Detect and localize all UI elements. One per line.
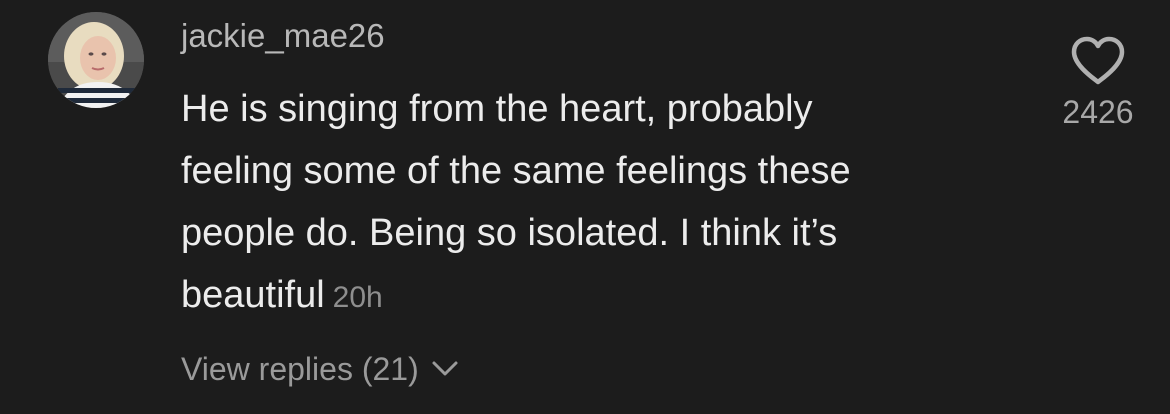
avatar[interactable] — [48, 12, 144, 108]
chevron-down-icon — [431, 359, 459, 379]
avatar-image — [48, 12, 144, 108]
comment-text: He is singing from the heart, probably f… — [181, 78, 1001, 329]
comment-item: jackie_mae26 He is singing from the hear… — [0, 0, 1170, 414]
view-replies-button[interactable]: View replies (21) — [181, 344, 459, 394]
comment-text-line: beautiful — [181, 274, 325, 316]
timestamp: 20h — [332, 281, 383, 314]
heart-outline-icon — [1071, 36, 1125, 85]
like-button[interactable]: 2426 — [1050, 36, 1146, 131]
username[interactable]: jackie_mae26 — [181, 14, 385, 58]
comment-text-line: He is singing from the heart, probably — [181, 88, 813, 130]
like-count: 2426 — [1062, 94, 1134, 130]
view-replies-label: View replies (21) — [181, 350, 419, 387]
comment-text-line: people do. Being so isolated. I think it… — [181, 212, 838, 254]
comment-text-line-last: beautiful 20h — [181, 264, 1001, 329]
comment-text-line: feeling some of the same feelings these — [181, 150, 851, 192]
